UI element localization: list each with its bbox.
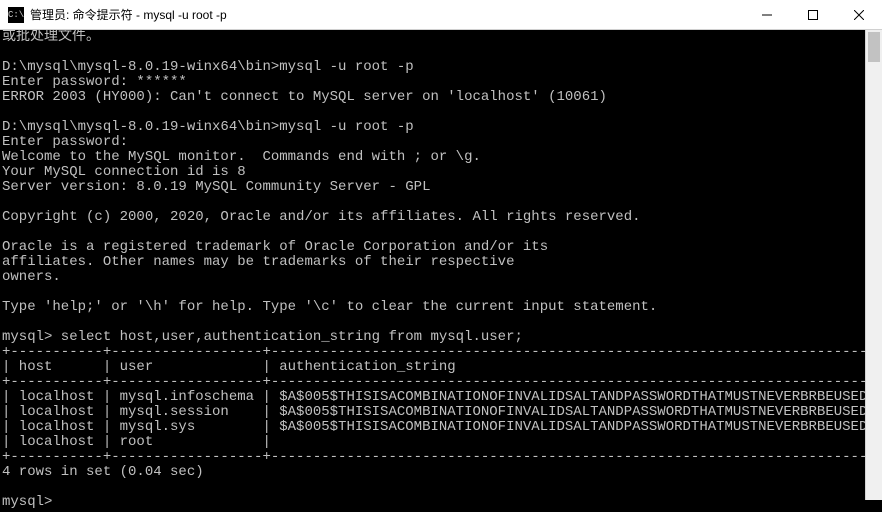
maximize-button[interactable] [790, 0, 836, 30]
app-icon: C:\ [8, 7, 24, 23]
scrollbar-thumb[interactable] [868, 32, 880, 62]
vertical-scrollbar[interactable] [865, 30, 882, 500]
window-titlebar[interactable]: C:\ 管理员: 命令提示符 - mysql -u root -p [0, 0, 882, 30]
minimize-button[interactable] [744, 0, 790, 30]
terminal-output[interactable]: 或批处理文件。 D:\mysql\mysql-8.0.19-winx64\bin… [0, 30, 882, 512]
window-title: 管理员: 命令提示符 - mysql -u root -p [30, 6, 227, 23]
close-button[interactable] [836, 0, 882, 30]
